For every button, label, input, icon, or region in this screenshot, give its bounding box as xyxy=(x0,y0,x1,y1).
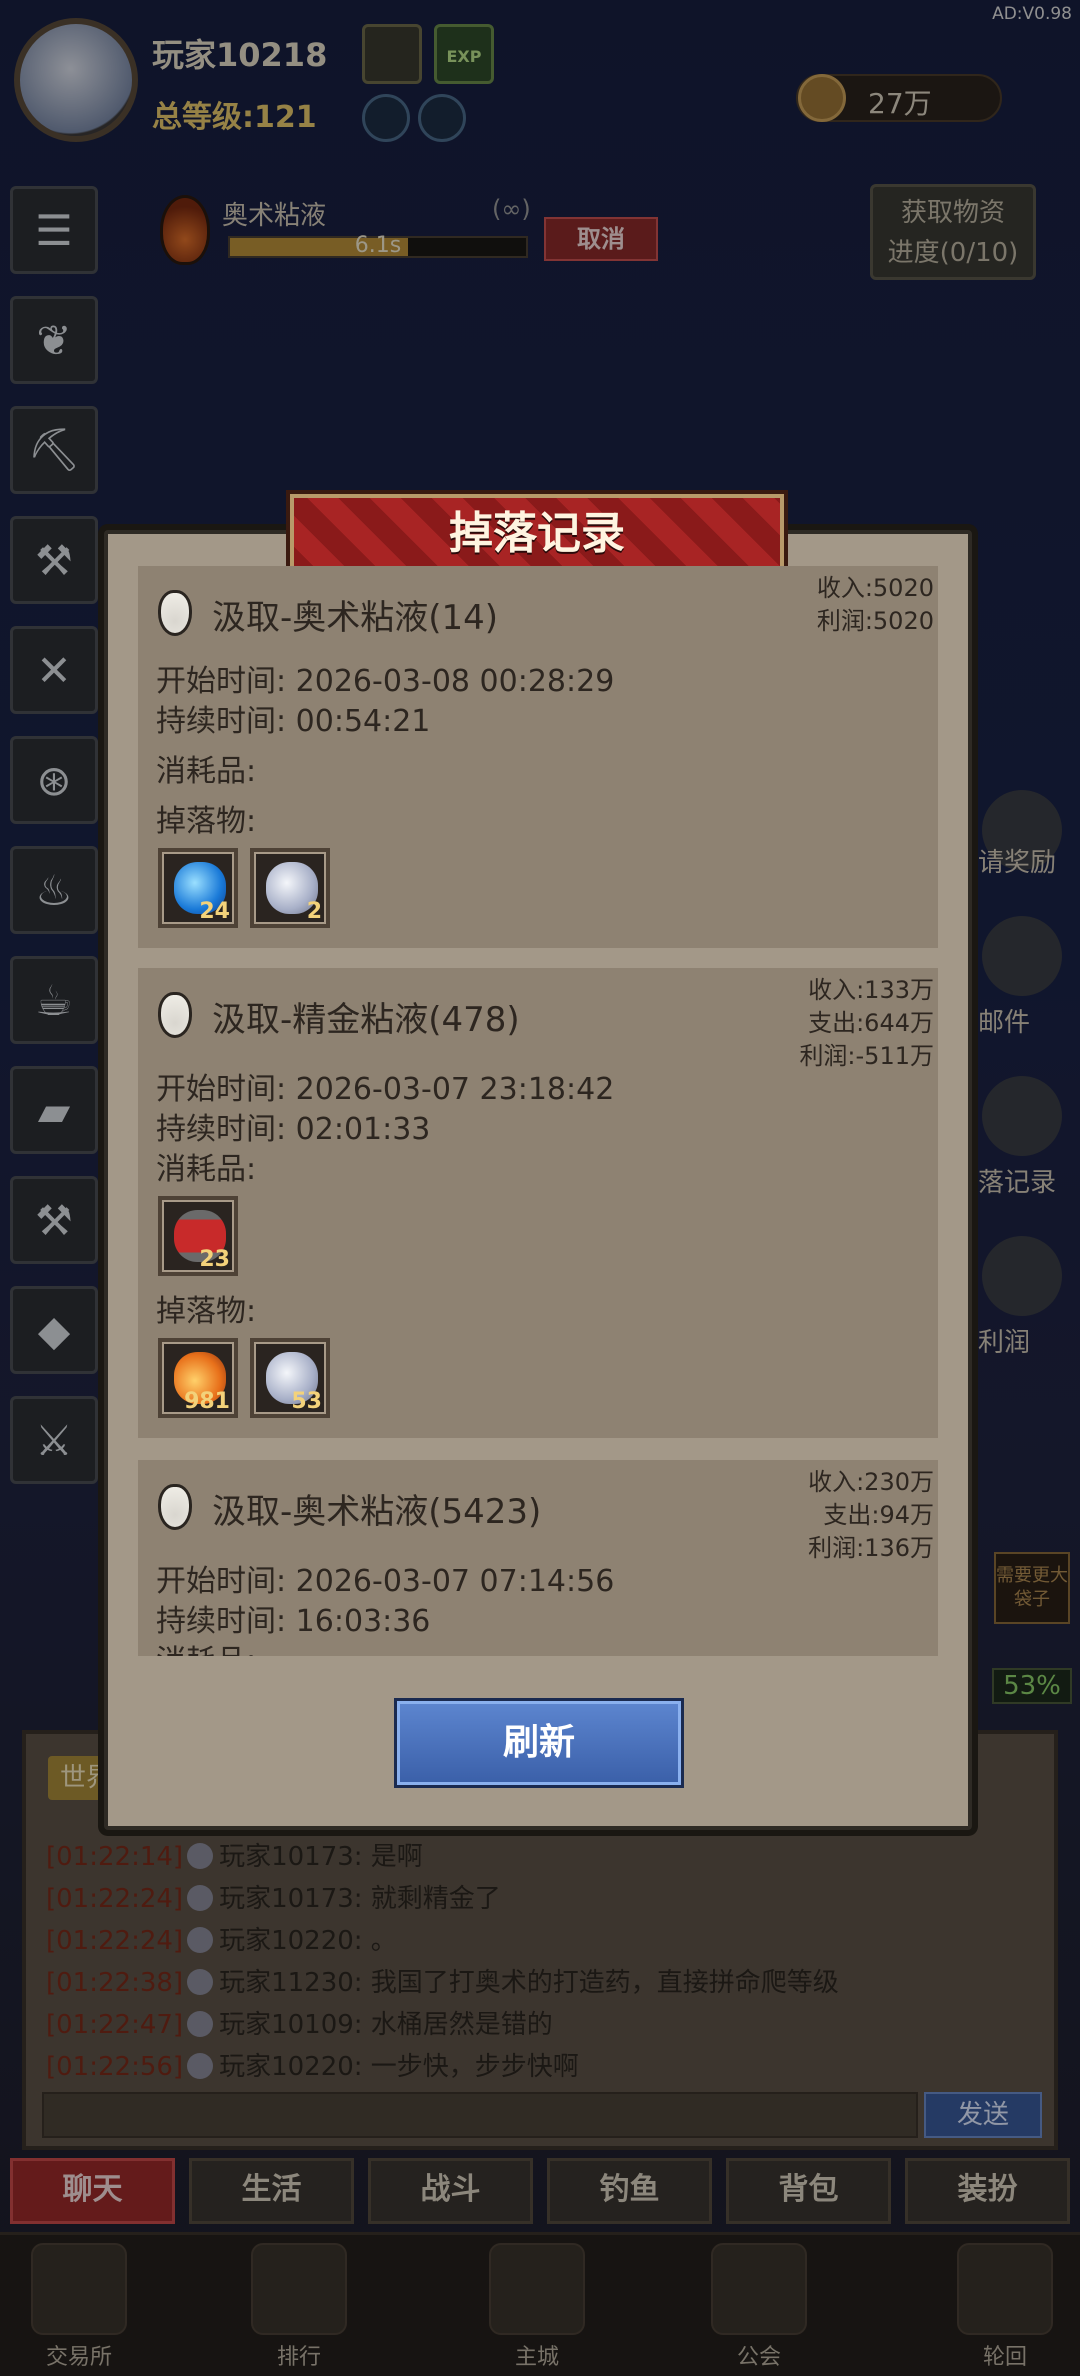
item-slot[interactable]: 981 xyxy=(158,1338,238,1418)
refresh-button[interactable]: 刷新 xyxy=(394,1698,684,1788)
record-list[interactable]: 汲取-奥术粘液(14) 收入:5020 利润:5020 开始时间: 2026-0… xyxy=(138,566,938,1656)
flask-icon xyxy=(158,590,192,636)
record-card: 汲取-精金粘液(478) 收入:133万 支出:644万 利润:-511万 开始… xyxy=(138,968,938,1438)
record-start: 开始时间: 2026-03-07 07:14:56 xyxy=(156,1564,615,1599)
record-title: 汲取-精金粘液(478) xyxy=(212,1000,520,1040)
consumables-label: 消耗品: xyxy=(156,1152,257,1187)
consumables-label: 消耗品: xyxy=(156,1636,256,1656)
record-card: 汲取-奥术粘液(14) 收入:5020 利润:5020 开始时间: 2026-0… xyxy=(138,566,938,948)
record-title: 汲取-奥术粘液(14) xyxy=(212,598,499,638)
flask-icon xyxy=(158,1484,192,1530)
record-duration: 持续时间: 00:54:21 xyxy=(156,704,431,739)
drops-label: 掉落物: xyxy=(156,804,257,839)
modal-title: 掉落记录 xyxy=(449,508,625,559)
drops-label: 掉落物: xyxy=(156,1294,257,1329)
record-stats: 收入:230万 支出:94万 利润:136万 xyxy=(808,1468,934,1562)
record-duration: 持续时间: 16:03:36 xyxy=(156,1604,431,1639)
record-stats: 收入:133万 支出:644万 利润:-511万 xyxy=(799,976,934,1070)
consumables-label: 消耗品: xyxy=(156,754,257,789)
record-title: 汲取-奥术粘液(5423) xyxy=(212,1492,542,1532)
item-slot[interactable]: 2 xyxy=(250,848,330,928)
flask-icon xyxy=(158,992,192,1038)
modal-title-banner: 掉落记录 xyxy=(286,490,788,578)
record-start: 开始时间: 2026-03-08 00:28:29 xyxy=(156,664,615,699)
record-card: 汲取-奥术粘液(5423) 收入:230万 支出:94万 利润:136万 开始时… xyxy=(138,1460,938,1656)
item-slot[interactable]: 24 xyxy=(158,848,238,928)
record-stats: 收入:5020 利润:5020 xyxy=(816,574,934,635)
item-slot[interactable]: 23 xyxy=(158,1196,238,1276)
record-start: 开始时间: 2026-03-07 23:18:42 xyxy=(156,1072,615,1107)
item-slot[interactable]: 53 xyxy=(250,1338,330,1418)
record-duration: 持续时间: 02:01:33 xyxy=(156,1112,431,1147)
